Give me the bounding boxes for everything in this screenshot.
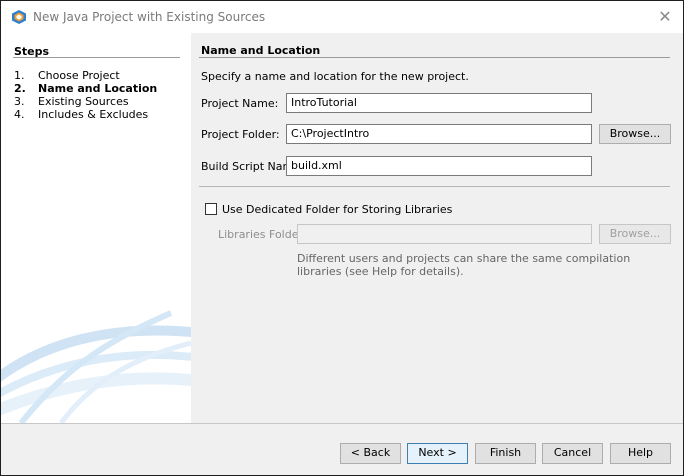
next-button[interactable]: Next > xyxy=(407,443,468,464)
cancel-button[interactable]: Cancel xyxy=(542,443,603,464)
step-label: Existing Sources xyxy=(38,95,129,108)
dialog-window: New Java Project with Existing Sources ✕… xyxy=(0,0,684,476)
libraries-browse-button[interactable]: Browse... xyxy=(599,224,671,244)
close-button[interactable]: ✕ xyxy=(653,5,677,29)
hint-line: Different users and projects can share t… xyxy=(297,252,631,265)
project-folder-label: Project Folder: xyxy=(201,128,280,141)
step-label: Choose Project xyxy=(38,69,120,82)
step-includes-excludes: 4. Includes & Excludes xyxy=(14,108,148,121)
build-script-input[interactable]: build.xml xyxy=(286,156,592,176)
step-choose-project: 1. Choose Project xyxy=(14,69,120,82)
footer-divider xyxy=(1,423,683,424)
help-button[interactable]: Help xyxy=(610,443,671,464)
step-number: 1. xyxy=(14,69,25,82)
project-name-input[interactable]: IntroTutorial xyxy=(286,93,592,113)
window-title: New Java Project with Existing Sources xyxy=(33,10,266,24)
section-separator xyxy=(199,186,670,187)
content-panel: Name and Location Specify a name and loc… xyxy=(191,33,683,423)
netbeans-cube-icon xyxy=(12,10,26,24)
back-button[interactable]: < Back xyxy=(340,443,401,464)
finish-button[interactable]: Finish xyxy=(475,443,536,464)
dedicated-folder-checkbox[interactable] xyxy=(205,203,217,215)
step-number: 4. xyxy=(14,108,25,121)
hint-line: libraries (see Help for details). xyxy=(297,265,464,278)
libraries-folder-input[interactable] xyxy=(297,224,592,244)
project-folder-browse-button[interactable]: Browse... xyxy=(599,124,671,144)
libraries-hint: Different users and projects can share t… xyxy=(297,252,631,278)
panel-title: Name and Location xyxy=(201,44,321,57)
step-label: Name and Location xyxy=(38,82,158,95)
step-number: 2. xyxy=(14,82,26,95)
steps-divider xyxy=(13,57,180,58)
title-bar: New Java Project with Existing Sources ✕ xyxy=(1,1,683,33)
panel-divider xyxy=(199,57,670,58)
project-folder-input[interactable]: C:\ProjectIntro xyxy=(286,124,592,144)
dedicated-folder-option[interactable]: Use Dedicated Folder for Storing Librari… xyxy=(205,203,452,216)
step-label: Includes & Excludes xyxy=(38,108,149,121)
dedicated-folder-label: Use Dedicated Folder for Storing Librari… xyxy=(222,203,453,216)
step-existing-sources: 3. Existing Sources xyxy=(14,95,129,108)
libraries-folder-label: Libraries Folder: xyxy=(218,228,307,241)
decorative-swoosh-graphic xyxy=(1,310,191,423)
step-number: 3. xyxy=(14,95,25,108)
step-name-and-location: 2. Name and Location xyxy=(14,82,157,95)
panel-description: Specify a name and location for the new … xyxy=(201,70,469,83)
steps-panel: Steps 1. Choose Project 2. Name and Locati… xyxy=(1,33,191,423)
close-icon: ✕ xyxy=(658,7,672,26)
project-name-label: Project Name: xyxy=(201,97,279,110)
